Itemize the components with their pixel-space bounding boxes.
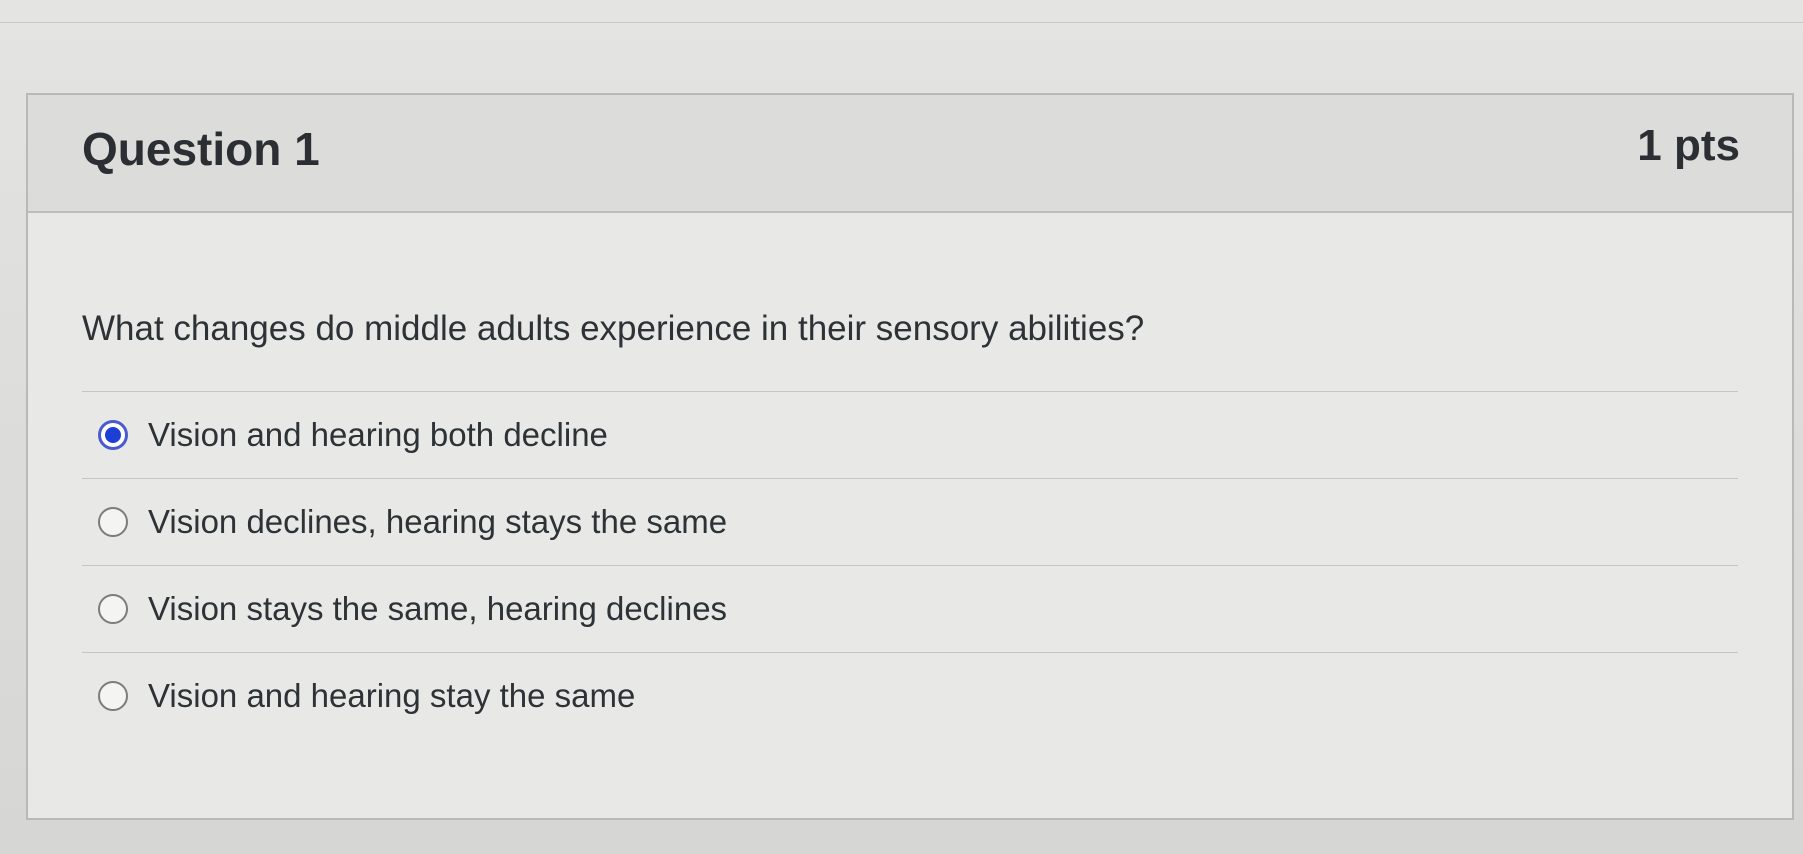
- answer-list: Vision and hearing both decline Vision d…: [82, 392, 1738, 739]
- question-body: What changes do middle adults experience…: [28, 309, 1792, 739]
- top-divider: [0, 22, 1803, 23]
- answer-label[interactable]: Vision declines, hearing stays the same: [148, 503, 727, 541]
- radio-button[interactable]: [98, 507, 128, 537]
- question-points: 1 pts: [1637, 121, 1740, 170]
- answer-label[interactable]: Vision and hearing stay the same: [148, 677, 635, 715]
- answer-label[interactable]: Vision and hearing both decline: [148, 416, 608, 454]
- question-text: What changes do middle adults experience…: [82, 309, 1145, 348]
- question-header: Question 1 1 pts: [28, 95, 1792, 213]
- radio-button-selected[interactable]: [98, 420, 128, 450]
- radio-button[interactable]: [98, 681, 128, 711]
- answer-option[interactable]: Vision stays the same, hearing declines: [82, 566, 1738, 653]
- answer-option[interactable]: Vision declines, hearing stays the same: [82, 479, 1738, 566]
- answer-option[interactable]: Vision and hearing both decline: [82, 392, 1738, 479]
- answer-option[interactable]: Vision and hearing stay the same: [82, 653, 1738, 739]
- radio-button[interactable]: [98, 594, 128, 624]
- question-card: Question 1 1 pts What changes do middle …: [26, 93, 1794, 820]
- answer-label[interactable]: Vision stays the same, hearing declines: [148, 590, 727, 628]
- question-title: Question 1: [82, 123, 320, 175]
